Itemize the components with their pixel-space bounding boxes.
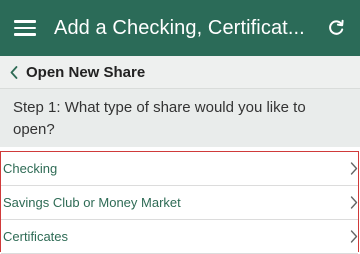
chevron-right-icon xyxy=(350,196,358,209)
chevron-right-icon xyxy=(350,162,358,175)
chevron-left-icon[interactable] xyxy=(10,65,18,79)
refresh-icon[interactable] xyxy=(322,19,350,37)
app-bar: Add a Checking, Certificat... xyxy=(0,0,360,56)
page-title: Add a Checking, Certificat... xyxy=(54,16,305,39)
share-type-list: Checking Savings Club or Money Market Ce… xyxy=(0,151,359,254)
list-item-certificates[interactable]: Certificates xyxy=(1,220,358,254)
back-link-label[interactable]: Open New Share xyxy=(26,64,145,81)
list-item-label: Certificates xyxy=(3,229,69,244)
hamburger-menu-icon[interactable] xyxy=(14,20,36,36)
list-item-checking[interactable]: Checking xyxy=(1,152,358,186)
chevron-right-icon xyxy=(350,230,358,243)
list-item-label: Savings Club or Money Market xyxy=(3,195,181,210)
list-item-label: Checking xyxy=(3,161,58,176)
step-question: Step 1: What type of share would you lik… xyxy=(0,89,360,147)
list-item-savings-club[interactable]: Savings Club or Money Market xyxy=(1,186,358,220)
breadcrumb: Open New Share xyxy=(0,56,360,89)
